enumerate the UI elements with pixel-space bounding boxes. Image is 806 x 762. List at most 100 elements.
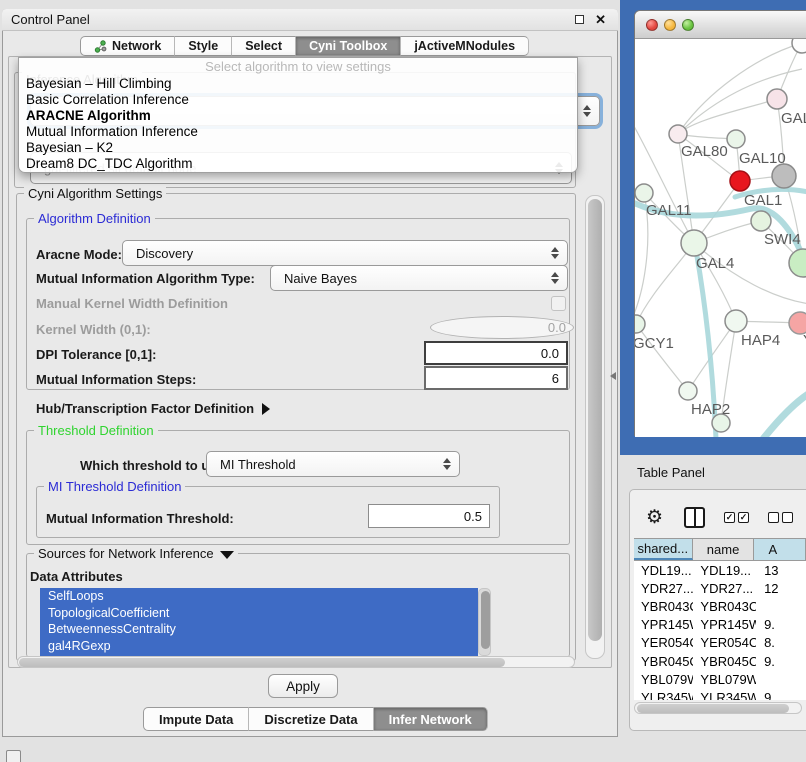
- table-cell[interactable]: YDL19...: [693, 563, 756, 578]
- table-cell[interactable]: YBR043C: [634, 599, 693, 614]
- table-row[interactable]: YDR27...YDR27...12: [634, 579, 806, 597]
- dock-panel-icon[interactable]: [6, 750, 21, 762]
- table-row[interactable]: YDL19...YDL19...13: [634, 561, 806, 579]
- network-node[interactable]: [792, 39, 806, 53]
- settings-vertical-scrollbar[interactable]: [585, 195, 605, 659]
- network-graph: GAL7GAL80GAL10GAL1GAL11SWI4GAL4GCY1HAP4Y…: [635, 39, 806, 437]
- data-attribute-item[interactable]: BetweennessCentrality: [40, 621, 478, 638]
- table-cell[interactable]: YBR043C: [693, 599, 756, 614]
- network-node-label: GAL7: [781, 110, 806, 127]
- scrollbar-thumb[interactable]: [19, 658, 505, 667]
- scrollbar-thumb[interactable]: [588, 199, 602, 641]
- tab-impute-data[interactable]: Impute Data: [143, 707, 249, 731]
- close-traffic-light-icon[interactable]: [646, 19, 658, 31]
- tab-cyni-toolbox[interactable]: Cyni Toolbox: [296, 36, 401, 56]
- table-cell[interactable]: 9.: [756, 617, 806, 632]
- table-row[interactable]: YER054CYER054C8.: [634, 634, 806, 652]
- splitter-handle[interactable]: [610, 372, 616, 380]
- table-cell[interactable]: YER054C: [693, 635, 756, 650]
- kernel-width-field[interactable]: 0.0: [430, 316, 574, 339]
- table-horizontal-scrollbar[interactable]: [634, 702, 802, 714]
- network-node[interactable]: [789, 249, 806, 277]
- scrollbar-thumb[interactable]: [481, 591, 490, 649]
- table-cell[interactable]: YER054C: [634, 635, 693, 650]
- data-attribute-item[interactable]: SelfLoops: [40, 588, 478, 605]
- select-all-icon[interactable]: ✓ ✓: [724, 512, 749, 523]
- tab-discretize-data[interactable]: Discretize Data: [249, 707, 373, 731]
- tab-jactivemnodules[interactable]: jActiveMNodules: [401, 36, 529, 56]
- apply-button[interactable]: Apply: [268, 674, 338, 698]
- table-cell[interactable]: YPR145W: [634, 617, 693, 632]
- algorithm-option-dream8-dc-tdc-algorithm[interactable]: Dream8 DC_TDC Algorithm: [19, 156, 577, 172]
- table-cell[interactable]: 9.: [756, 690, 806, 700]
- table-cell[interactable]: YDR27...: [634, 581, 693, 596]
- column-layout-icon[interactable]: [684, 507, 705, 528]
- table-row[interactable]: YBL079WYBL079W: [634, 670, 806, 688]
- network-node-gal11[interactable]: [635, 184, 653, 202]
- network-node-hap2[interactable]: [679, 382, 697, 400]
- network-node[interactable]: [772, 164, 796, 188]
- hub-definition-expander[interactable]: Hub/Transcription Factor Definition: [36, 401, 270, 416]
- algorithm-option-aracne-algorithm[interactable]: ARACNE Algorithm: [19, 108, 577, 124]
- algorithm-option-basic-correlation-inference[interactable]: Basic Correlation Inference: [19, 92, 577, 108]
- algorithm-option-mutual-information-inference[interactable]: Mutual Information Inference: [19, 124, 577, 140]
- table-row[interactable]: YBR045CYBR045C9.: [634, 652, 806, 670]
- dpi-tolerance-field[interactable]: 0.0: [424, 341, 568, 365]
- column-header-shared[interactable]: shared...: [634, 539, 693, 560]
- network-node-gal10[interactable]: [727, 130, 745, 148]
- table-cell[interactable]: 13: [756, 563, 806, 578]
- table-cell[interactable]: YBL079W: [634, 672, 693, 687]
- table-cell[interactable]: YLR345W: [634, 690, 693, 700]
- tab-label: jActiveMNodules: [414, 39, 515, 53]
- network-node-y[interactable]: [789, 312, 806, 334]
- network-node-gal80[interactable]: [669, 125, 687, 143]
- tab-style[interactable]: Style: [175, 36, 232, 56]
- table-row[interactable]: YBR043CYBR043C: [634, 597, 806, 615]
- table-cell[interactable]: YDR27...: [693, 581, 756, 596]
- table-cell[interactable]: YBR045C: [693, 654, 756, 669]
- table-cell[interactable]: 12: [756, 581, 806, 596]
- table-row[interactable]: YLR345WYLR345W9.: [634, 688, 806, 700]
- tab-network[interactable]: Network: [80, 36, 175, 56]
- network-node-hap4[interactable]: [725, 310, 747, 332]
- float-window-icon[interactable]: [575, 15, 584, 24]
- aracne-mode-combobox[interactable]: Discovery: [122, 240, 568, 266]
- network-node-gal7[interactable]: [767, 89, 787, 109]
- network-node-gal1[interactable]: [730, 171, 750, 191]
- mi-type-combobox[interactable]: Naive Bayes: [270, 265, 568, 291]
- sources-group-title[interactable]: Sources for Network Inference: [34, 546, 238, 561]
- table-cell[interactable]: 9.: [756, 654, 806, 669]
- data-attribute-item[interactable]: gal4RGexp: [40, 638, 478, 655]
- mi-threshold-field[interactable]: 0.5: [368, 504, 490, 528]
- table-cell[interactable]: YDL19...: [634, 563, 693, 578]
- table-cell[interactable]: YLR345W: [693, 690, 756, 700]
- gear-icon[interactable]: ⚙: [646, 506, 663, 529]
- table-cell[interactable]: YBL079W: [693, 672, 756, 687]
- zoom-traffic-light-icon[interactable]: [682, 19, 694, 31]
- algorithm-option-bayesian-k2[interactable]: Bayesian – K2: [19, 140, 577, 156]
- table-row[interactable]: YPR145WYPR145W9.: [634, 616, 806, 634]
- attributes-list-scrollbar[interactable]: [478, 588, 491, 656]
- table-cell[interactable]: 8.: [756, 635, 806, 650]
- deselect-all-icon[interactable]: [768, 512, 793, 523]
- data-attributes-list[interactable]: SelfLoopsTopologicalCoefficientBetweenne…: [40, 588, 478, 656]
- column-header-name[interactable]: name: [693, 539, 755, 560]
- table-cell[interactable]: YBR045C: [634, 654, 693, 669]
- tab-select[interactable]: Select: [232, 36, 296, 56]
- data-attribute-item[interactable]: TopologicalCoefficient: [40, 605, 478, 622]
- settings-horizontal-scrollbar[interactable]: [17, 656, 575, 668]
- network-node-gal4[interactable]: [681, 230, 707, 256]
- network-node-swi4[interactable]: [751, 211, 771, 231]
- network-node-gcy1[interactable]: [635, 315, 645, 333]
- table-cell[interactable]: YPR145W: [693, 617, 756, 632]
- manual-kernel-checkbox[interactable]: [551, 296, 566, 311]
- which-threshold-combobox[interactable]: MI Threshold: [206, 451, 460, 477]
- close-icon[interactable]: ✕: [595, 12, 606, 28]
- scrollbar-thumb[interactable]: [637, 704, 789, 713]
- algorithm-option-bayesian-hill-climbing[interactable]: Bayesian – Hill Climbing: [19, 76, 577, 92]
- tab-infer-network[interactable]: Infer Network: [374, 707, 488, 731]
- mi-steps-field[interactable]: 6: [424, 366, 568, 390]
- network-canvas[interactable]: GAL7GAL80GAL10GAL1GAL11SWI4GAL4GCY1HAP4Y…: [635, 39, 806, 437]
- column-header-a[interactable]: A: [754, 539, 806, 560]
- minimize-traffic-light-icon[interactable]: [664, 19, 676, 31]
